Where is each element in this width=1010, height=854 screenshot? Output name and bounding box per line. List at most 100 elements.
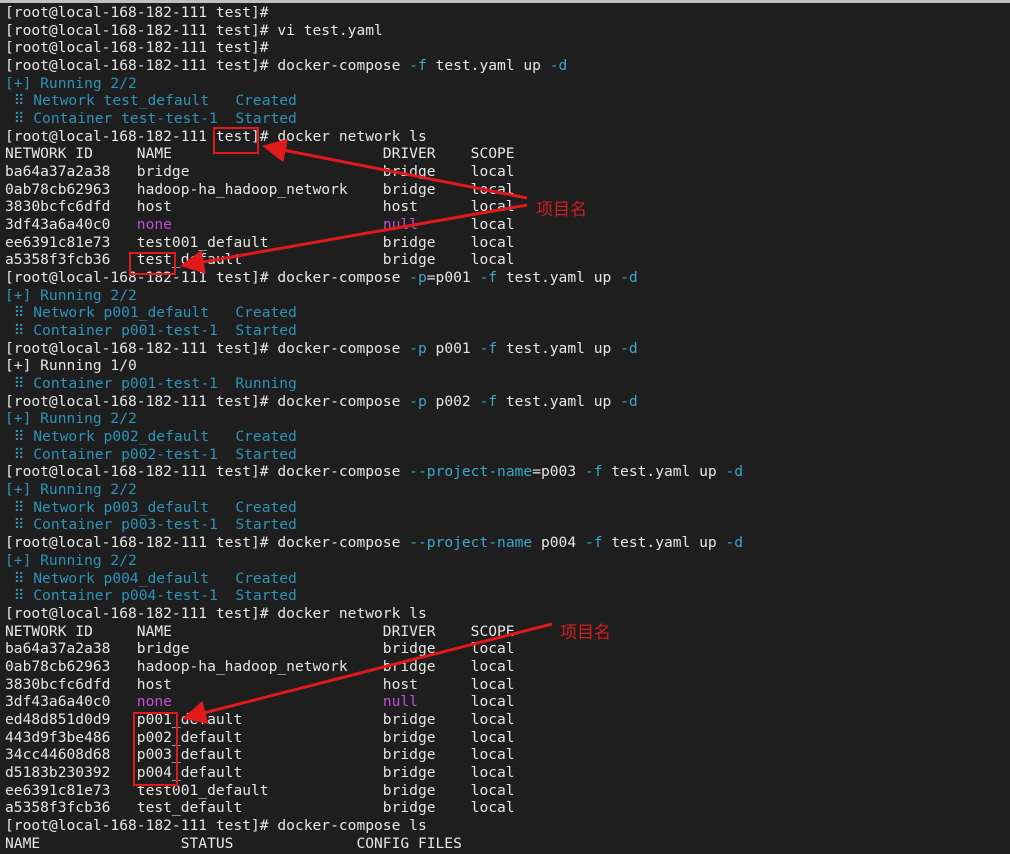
terminal-text-segment: 0ab78cb62963 hadoop-ha_hadoop_network br…	[5, 657, 515, 675]
terminal-text-segment: NETWORK ID NAME DRIVER SCOPE	[5, 622, 515, 640]
terminal-text-segment: [+] Running 2/2	[5, 74, 137, 92]
terminal-line: [root@local-168-182-111 test]# docker ne…	[5, 128, 1010, 146]
terminal-text-segment: =p001	[426, 269, 480, 287]
terminal-line: NETWORK ID NAME DRIVER SCOPE	[5, 145, 1010, 163]
terminal-text-segment: [+] Running 2/2	[5, 551, 137, 569]
terminal-line: ⠿ Container p001-test-1 Running	[5, 375, 1010, 393]
terminal-line: ba64a37a2a38 bridge bridge local	[5, 640, 1010, 658]
terminal-line: NETWORK ID NAME DRIVER SCOPE	[5, 623, 1010, 641]
terminal-text-segment: -f	[479, 392, 498, 410]
terminal-text-segment: 3830bcfc6dfd host host local	[5, 198, 515, 216]
terminal-text-segment: 3830bcfc6dfd host host local	[5, 675, 515, 693]
terminal-line: 443d9f3be486 p002_default bridge local	[5, 729, 1010, 747]
terminal-line: ⠿ Network p001_default Created	[5, 304, 1010, 322]
terminal-text-segment: -p	[409, 339, 427, 357]
terminal-line: ⠿ Container p004-test-1 Started	[5, 587, 1010, 605]
terminal-text-segment: --project-name	[409, 534, 533, 552]
terminal-line: 0ab78cb62963 hadoop-ha_hadoop_network br…	[5, 658, 1010, 676]
terminal-line: d5183b230392 p004_default bridge local	[5, 764, 1010, 782]
terminal-line: ed48d851d0d9 p001_default bridge local	[5, 711, 1010, 729]
terminal-text-segment: test.yaml up	[497, 392, 621, 410]
terminal-line: ⠿ Container p003-test-1 Started	[5, 516, 1010, 534]
terminal-line: [root@local-168-182-111 test]# docker-co…	[5, 340, 1010, 358]
terminal-line: 3830bcfc6dfd host host local	[5, 198, 1010, 216]
terminal-text-segment: 34cc44608d68 p003_default bridge local	[5, 746, 515, 764]
terminal-line: [root@local-168-182-111 test]# docker-co…	[5, 534, 1010, 552]
terminal-text-segment: ⠿ Network p004_default Created	[5, 569, 297, 587]
terminal-text-segment: none	[136, 216, 172, 234]
terminal-line: [+] Running 2/2	[5, 75, 1010, 93]
terminal-line: a5358f3fcb36 test_default bridge local	[5, 251, 1010, 269]
terminal-text-segment: -f	[409, 57, 427, 75]
terminal-text-segment: test.yaml up	[602, 534, 726, 552]
terminal-text-segment: test.yaml up	[426, 57, 550, 75]
terminal-text-segment: -f	[584, 463, 603, 481]
terminal-text-segment: a5358f3fcb36 test_default bridge local	[5, 799, 515, 817]
terminal-text-segment: ⠿ Container p002-test-1 Started	[5, 445, 297, 463]
terminal-line: ee6391c81e73 test001_default bridge loca…	[5, 234, 1010, 252]
terminal-text-segment: [root@local-168-182-111 test]# docker-co…	[5, 339, 410, 357]
terminal-text-segment: -d	[620, 339, 638, 357]
terminal-line: [root@local-168-182-111 test]#	[5, 39, 1010, 57]
terminal-text-segment: 443d9f3be486 p002_default bridge local	[5, 728, 515, 746]
terminal-line: [root@local-168-182-111 test]# docker-co…	[5, 269, 1010, 287]
terminal-text-segment: d5183b230392 p004_default bridge local	[5, 763, 515, 781]
terminal-line: ⠿ Container test-test-1 Started	[5, 110, 1010, 128]
terminal-text-segment: [root@local-168-182-111 test]# docker-co…	[5, 816, 427, 834]
terminal-text-segment: a5358f3fcb36 test_default bridge local	[5, 251, 515, 269]
terminal-text-segment: -f	[479, 269, 498, 287]
terminal-line: ⠿ Network test_default Created	[5, 92, 1010, 110]
terminal-text-segment: 0ab78cb62963 hadoop-ha_hadoop_network br…	[5, 180, 515, 198]
terminal-line: [root@local-168-182-111 test]# docker-co…	[5, 393, 1010, 411]
terminal-text-segment: NETWORK ID NAME DRIVER SCOPE	[5, 145, 515, 163]
terminal-line: a5358f3fcb36 test_default bridge local	[5, 799, 1010, 817]
terminal-line: 3df43a6a40c0 none null local	[5, 216, 1010, 234]
terminal-text-segment: -p	[409, 392, 427, 410]
terminal-text-segment: [root@local-168-182-111 test]# docker-co…	[5, 534, 410, 552]
terminal-text-segment: -d	[620, 392, 638, 410]
terminal-text-segment: [root@local-168-182-111 test]#	[5, 39, 269, 57]
window-top-border	[0, 0, 1010, 3]
terminal-text-segment: none	[136, 693, 172, 711]
terminal-text-segment: ⠿ Network p001_default Created	[5, 304, 297, 322]
terminal-text-segment: ⠿ Container p003-test-1 Started	[5, 516, 297, 534]
terminal-line: ⠿ Network p003_default Created	[5, 499, 1010, 517]
terminal-text-segment: ⠿ Container test-test-1 Started	[5, 110, 297, 128]
terminal-text-segment: --project-name	[409, 463, 533, 481]
terminal-line: 3df43a6a40c0 none null local	[5, 693, 1010, 711]
terminal-text-segment: -p	[409, 269, 427, 287]
terminal-line: [root@local-168-182-111 test]#	[5, 4, 1010, 22]
terminal-text-segment: -f	[584, 534, 603, 552]
terminal-line: [root@local-168-182-111 test]# vi test.y…	[5, 22, 1010, 40]
terminal-text-segment: -d	[725, 534, 744, 552]
terminal-line: [+] Running 2/2	[5, 552, 1010, 570]
terminal-text-segment: [root@local-168-182-111 test]# docker ne…	[5, 604, 427, 622]
terminal-text-segment: [root@local-168-182-111 test]# docker-co…	[5, 269, 410, 287]
terminal-line: [+] Running 2/2	[5, 287, 1010, 305]
terminal-line: [+] Running 2/2	[5, 410, 1010, 428]
terminal-text-segment: null	[382, 693, 418, 711]
terminal-line: ⠿ Container p002-test-1 Started	[5, 446, 1010, 464]
terminal-text-segment: null	[382, 216, 418, 234]
terminal-line: 0ab78cb62963 hadoop-ha_hadoop_network br…	[5, 181, 1010, 199]
terminal-line: [root@local-168-182-111 test]# docker ne…	[5, 605, 1010, 623]
terminal-line: 34cc44608d68 p003_default bridge local	[5, 746, 1010, 764]
terminal-line: ⠿ Network p002_default Created	[5, 428, 1010, 446]
terminal-text-segment: 3df43a6a40c0	[5, 693, 137, 711]
terminal-text-segment: [root@local-168-182-111 test]# docker-co…	[5, 463, 410, 481]
terminal-line: [+] Running 1/0	[5, 357, 1010, 375]
terminal-text-segment: ed48d851d0d9 p001_default bridge local	[5, 710, 515, 728]
terminal-text-segment: 3df43a6a40c0	[5, 216, 137, 234]
terminal-text-segment: [+] Running 2/2	[5, 410, 137, 428]
terminal-text-segment: ba64a37a2a38 bridge bridge local	[5, 640, 515, 658]
terminal-line: [root@local-168-182-111 test]# docker-co…	[5, 463, 1010, 481]
terminal-text-segment: local	[417, 216, 515, 234]
terminal-text-segment: ⠿ Container p001-test-1 Running	[5, 375, 297, 393]
terminal-text-segment: ee6391c81e73 test001_default bridge loca…	[5, 233, 515, 251]
terminal-line: [root@local-168-182-111 test]# docker-co…	[5, 817, 1010, 835]
terminal-text-segment: local	[417, 693, 515, 711]
terminal-text-segment: [root@local-168-182-111 test]# docker-co…	[5, 57, 410, 75]
terminal-text-segment: [+] Running 2/2	[5, 481, 137, 499]
terminal-output[interactable]: [root@local-168-182-111 test]# [root@loca…	[5, 4, 1010, 852]
